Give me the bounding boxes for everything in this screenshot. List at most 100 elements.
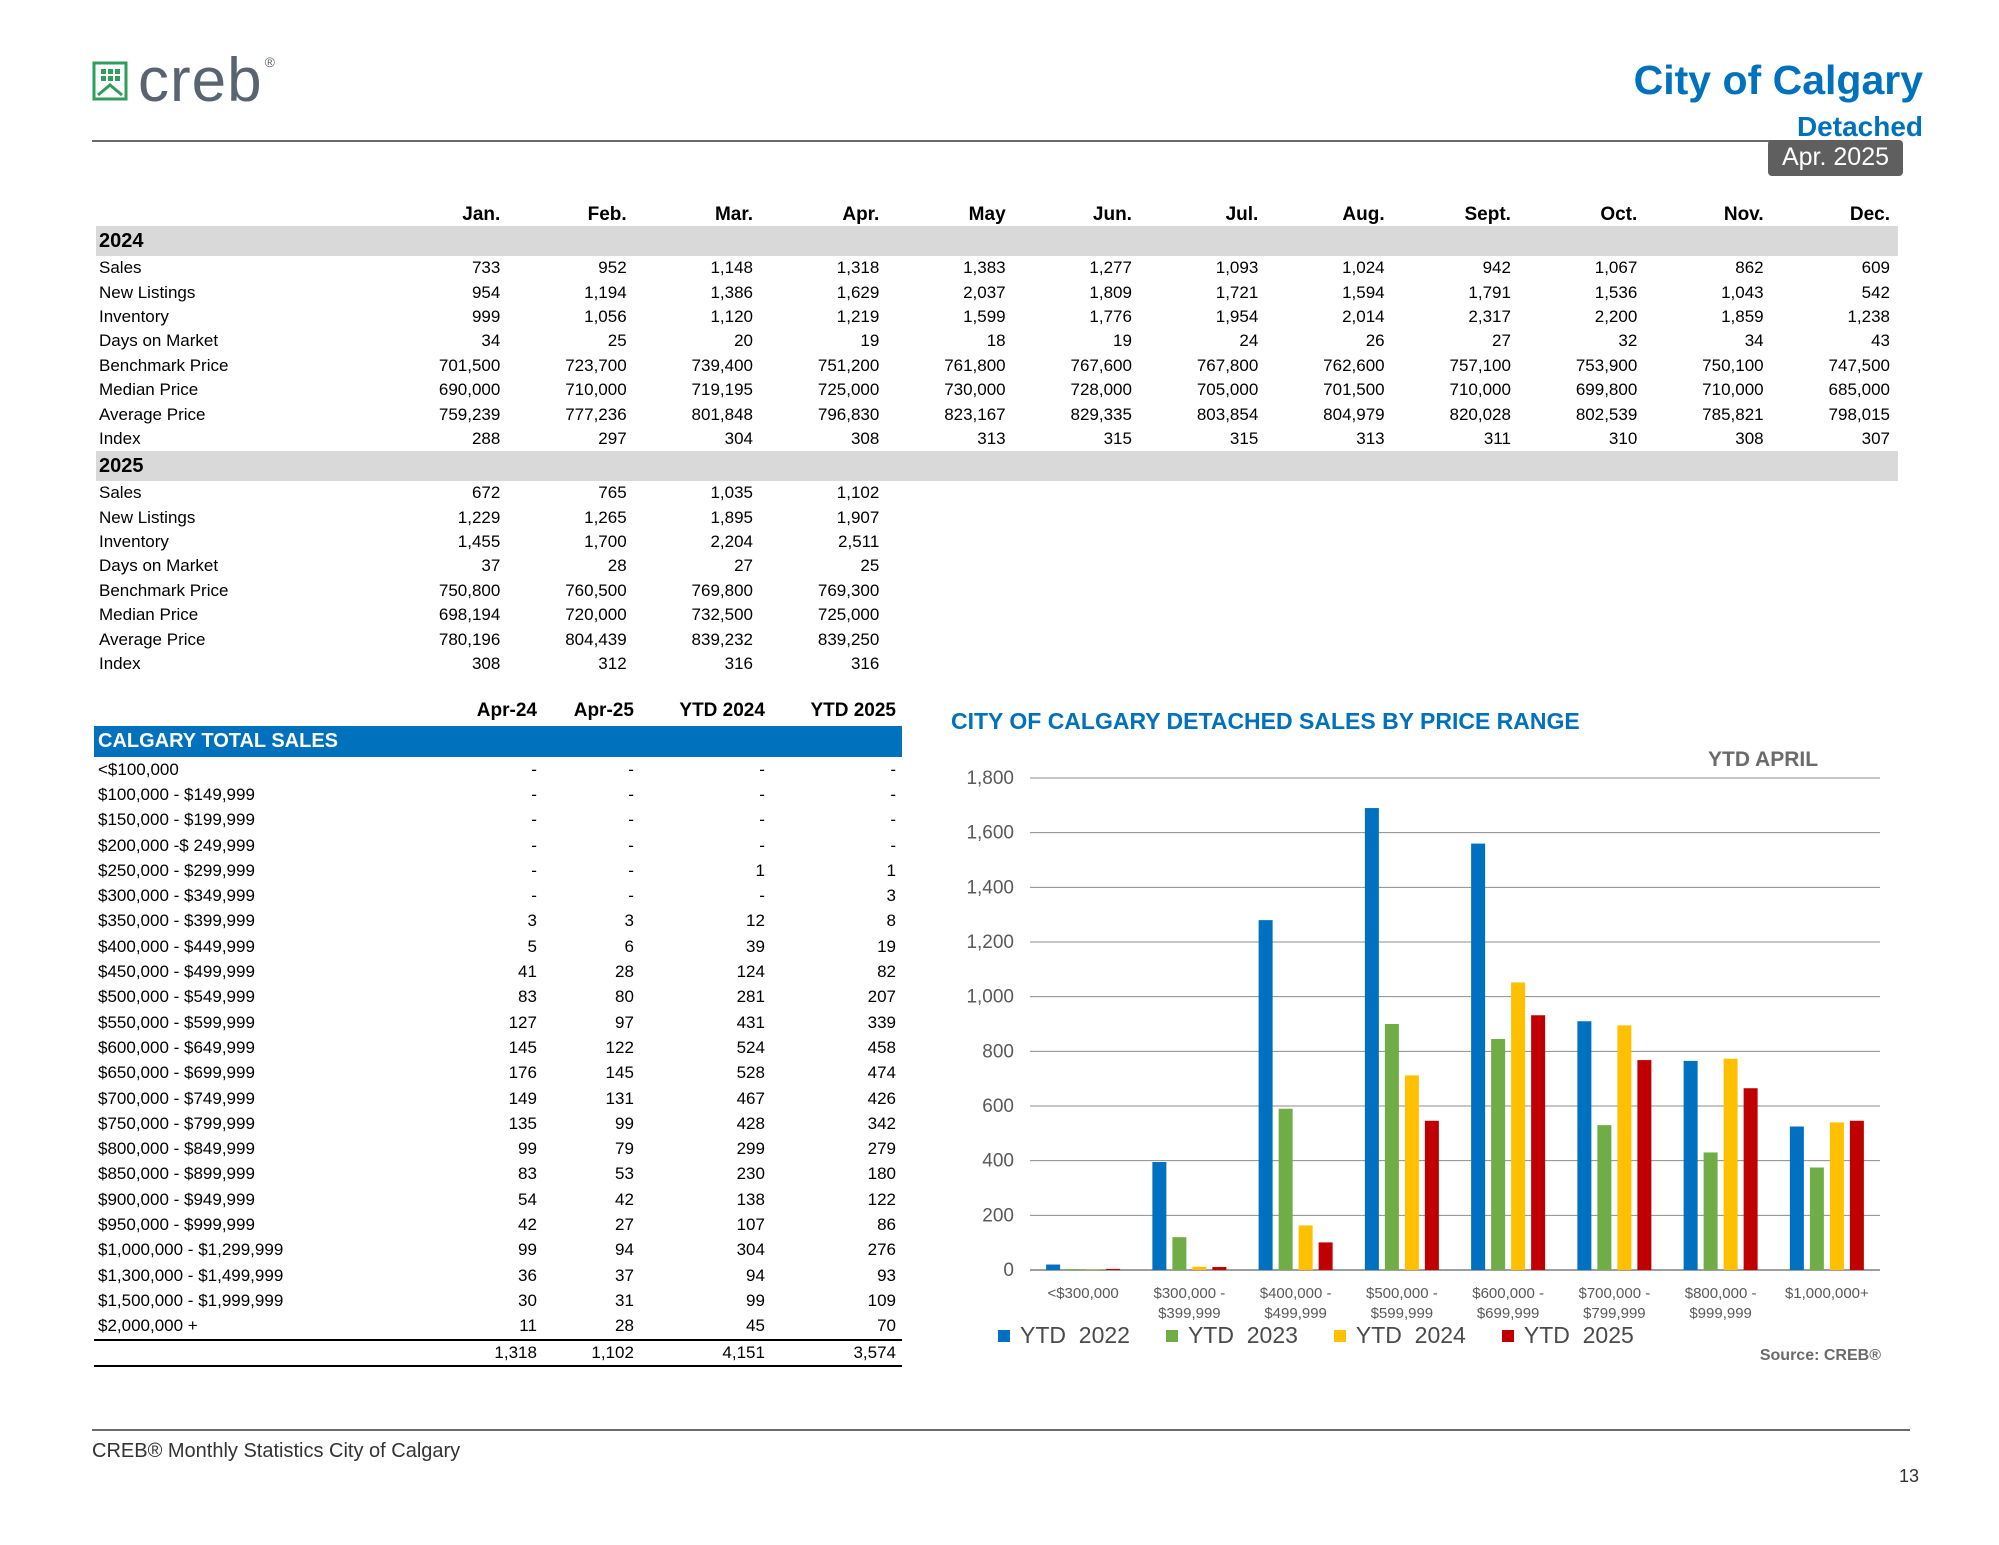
price-range-cell: 149 [508,1088,537,1108]
stat-cell [1645,554,1771,578]
stat-cell: 802,539 [1575,404,1638,424]
bar [1723,1058,1738,1270]
price-range-row: $700,000 - $749,999 149 131 467 426 [94,1086,902,1111]
stat-cell [1014,603,1140,627]
legend-item: YTD 2022 [998,1322,1130,1349]
stat-cell [1772,530,1898,554]
stat-cell: 19 [860,331,880,351]
price-table-header-row: Apr-24 Apr-25 YTD 2024 YTD 2025 [94,700,902,726]
stat-cell [1014,481,1140,505]
stat-cell [1393,530,1519,554]
stat-cell [1393,627,1519,651]
stat-cell: 311 [1483,428,1511,448]
stat-cell: 1,776 [1089,306,1132,326]
month-header: Jul. [1225,204,1259,225]
price-range-row: $400,000 - $449,999 5 6 39 19 [94,934,902,959]
stat-label: Inventory [99,532,169,552]
price-range-cell: 99 [518,1240,537,1260]
stat-cell: 19 [1113,331,1132,351]
month-header: Dec. [1849,204,1890,225]
stat-cell [1014,554,1140,578]
stat-cell: 954 [471,282,501,302]
x-tick-label: $1,000,000+ [1785,1285,1869,1302]
bar [1617,1025,1632,1270]
stat-cell: 1,318 [836,258,880,278]
stat-cell [1645,652,1771,676]
stat-cell: 2,037 [963,282,1006,302]
price-range-row: $650,000 - $699,999 176 145 528 474 [94,1061,902,1086]
stat-row: Average Price 780,196 804,439 839,232 839,25… [96,627,1898,651]
stat-cell [1519,481,1645,505]
price-range-row: $450,000 - $499,999 41 28 124 82 [94,959,902,984]
stat-cell [1772,579,1898,603]
price-range-cell: 428 [736,1113,765,1133]
stat-cell: 313 [977,428,1006,448]
chart-subtitle: YTD APRIL [1708,748,1819,771]
stat-cell [1140,481,1266,505]
bar [1424,1120,1439,1270]
price-range-cell: - [890,835,896,855]
price-range-cell: 299 [736,1139,765,1159]
month-header: Aug. [1342,204,1385,225]
stat-cell: 710,000 [565,380,627,400]
stat-cell: 719,195 [691,380,753,400]
stat-row: Inventory 1,455 1,700 2,204 2,511 [96,530,1898,554]
stat-cell [1014,627,1140,651]
price-range-cell: - [890,784,896,804]
stat-cell: 37 [481,556,501,576]
price-range-cell: 304 [736,1240,765,1260]
price-range-label: $650,000 - $699,999 [98,1063,255,1083]
stat-cell: 769,800 [691,580,753,600]
price-range-row: $1,500,000 - $1,999,999 30 31 99 109 [94,1288,902,1313]
stat-cell: 769,300 [817,580,880,600]
stat-row: Days on Market 37 28 27 25 [96,554,1898,578]
bar [1511,982,1526,1270]
stat-cell: 1,721 [1215,282,1259,302]
price-range-cell: 28 [614,1316,634,1336]
price-range-label: $600,000 - $649,999 [98,1037,255,1057]
stat-cell: 1,148 [710,258,753,278]
month-header-row: Jan. Feb. Mar. Apr. May Jun. Jul. Aug. S… [96,196,1898,226]
stat-cell [1393,554,1519,578]
price-range-row: $150,000 - $199,999 - - - - [94,808,902,833]
price-range-label: $200,000 -$ 249,999 [98,835,255,855]
bar [1192,1266,1207,1270]
stat-cell [1519,579,1645,603]
stat-cell [1519,652,1645,676]
stat-row: Inventory 999 1,056 1,120 1,219 1,599 1,776 1,9… [96,305,1898,329]
stat-label: Sales [99,258,142,278]
price-range-cell: 54 [518,1189,537,1209]
stat-cell [1266,579,1392,603]
stat-cell [1645,530,1771,554]
price-range-cell: - [531,886,537,906]
price-range-cell: - [531,835,537,855]
stat-cell: 1,035 [710,483,753,503]
price-range-row: $900,000 - $949,999 54 42 138 122 [94,1187,902,1212]
stat-cell: 1,954 [1215,306,1259,326]
legend-label: YTD 2023 [1187,1322,1298,1348]
price-range-label: $800,000 - $849,999 [98,1139,255,1159]
stat-cell: 952 [598,258,627,278]
totals-row: 1,318 1,102 4,151 3,574 [94,1338,902,1367]
stat-cell [1393,652,1519,676]
total-cell: 1,102 [542,1338,640,1367]
stat-cell: 34 [481,331,501,351]
y-tick-label: 600 [982,1096,1014,1117]
stat-cell [1266,603,1392,627]
bar [1637,1060,1652,1270]
price-range-label: <$100,000 [98,759,179,779]
stat-cell: 1,056 [584,306,627,326]
stat-cell: 820,028 [1449,404,1511,424]
stat-cell: 732,500 [691,605,753,625]
price-range-cell: 93 [877,1265,896,1285]
chart-title: CITY OF CALGARY DETACHED SALES BY PRICE … [951,708,1580,734]
stat-cell: 762,600 [1323,355,1385,375]
bar [1384,1024,1399,1270]
stat-cell [1393,506,1519,530]
y-tick-label: 800 [982,1041,1014,1062]
chart-source: Source: CREB® [1759,1347,1881,1364]
price-range-cell: 36 [518,1265,537,1285]
price-range-label: $250,000 - $299,999 [98,860,255,880]
price-range-table: Apr-24 Apr-25 YTD 2024 YTD 2025 CALGARY … [94,700,902,1367]
stat-cell [887,652,1013,676]
